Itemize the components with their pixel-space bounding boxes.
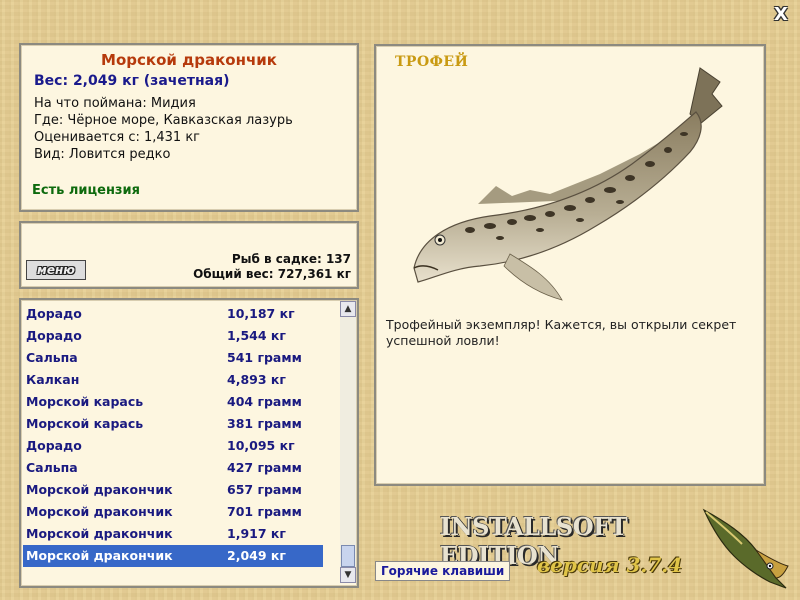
catch-fish-name: Калкан bbox=[26, 372, 80, 387]
trophy-description: Трофейный экземпляр! Кажется, вы открыли… bbox=[386, 317, 737, 348]
catch-fish-weight: 10,095 кг bbox=[227, 438, 295, 453]
fish-rating: Оценивается с: 1,431 кг bbox=[34, 130, 201, 145]
catch-fish-name: Морской дракончик bbox=[26, 526, 173, 541]
catch-fish-name: Морской дракончик bbox=[26, 504, 173, 519]
keepnet-stats-panel: меню Рыб в садке: 137 Общий вес: 727,361… bbox=[19, 221, 359, 289]
fish-weight: Вес: 2,049 кг (зачетная) bbox=[34, 73, 230, 89]
catch-fish-name: Морской дракончик bbox=[26, 482, 173, 497]
fish-kind: Вид: Ловится редко bbox=[34, 147, 171, 162]
menu-button[interactable]: меню bbox=[26, 260, 86, 280]
pike-logo-icon bbox=[702, 508, 789, 589]
catch-row[interactable]: Морской карась 404 грамм bbox=[23, 391, 323, 413]
fish-bait: На что поймана: Мидия bbox=[34, 96, 196, 111]
catch-fish-name: Дорадо bbox=[26, 306, 82, 321]
catch-row[interactable]: Морской дракончик 2,049 кг bbox=[23, 545, 323, 567]
scroll-up-icon[interactable]: ▲ bbox=[340, 301, 356, 317]
catch-fish-weight: 2,049 кг bbox=[227, 548, 286, 563]
hotkeys-button[interactable]: Горячие клавиши bbox=[375, 561, 511, 581]
catch-row[interactable]: Морской дракончик 701 грамм bbox=[23, 501, 323, 523]
catch-row[interactable]: Морской дракончик 657 грамм bbox=[23, 479, 323, 501]
catch-fish-weight: 541 грамм bbox=[227, 350, 302, 365]
trophy-label: ТРОФЕЙ bbox=[395, 54, 469, 70]
catch-row[interactable]: Сальпа 427 грамм bbox=[23, 457, 323, 479]
catch-fish-weight: 1,917 кг bbox=[227, 526, 286, 541]
scroll-thumb[interactable] bbox=[341, 545, 355, 567]
catch-row[interactable]: Калкан 4,893 кг bbox=[23, 369, 323, 391]
catch-fish-weight: 701 грамм bbox=[227, 504, 302, 519]
fish-image bbox=[413, 67, 723, 301]
catch-fish-name: Морской дракончик bbox=[26, 548, 173, 563]
catch-fish-name: Сальпа bbox=[26, 460, 78, 475]
catch-fish-weight: 1,544 кг bbox=[227, 328, 286, 343]
catch-row[interactable]: Дорадо 10,187 кг bbox=[23, 303, 323, 325]
trophy-panel: ТРОФЕЙ Трофейный экземпляр! Кажется, вы … bbox=[374, 44, 766, 486]
fish-count: Рыб в садке: 137 bbox=[231, 252, 351, 266]
catch-fish-name: Морской карась bbox=[26, 416, 144, 431]
catch-fish-weight: 381 грамм bbox=[227, 416, 302, 431]
catch-fish-weight: 657 грамм bbox=[227, 482, 302, 497]
catch-fish-weight: 10,187 кг bbox=[227, 306, 295, 321]
catch-row[interactable]: Дорадо 1,544 кг bbox=[23, 325, 323, 347]
catch-list[interactable]: Дорадо 10,187 кг Дорадо 1,544 кг Сальпа 541 г… bbox=[19, 298, 359, 588]
catch-fish-weight: 4,893 кг bbox=[227, 372, 286, 387]
catch-row[interactable]: Дорадо 10,095 кг bbox=[23, 435, 323, 457]
fish-name: Морской дракончик bbox=[101, 51, 277, 69]
fish-location: Где: Чёрное море, Кавказская лазурь bbox=[34, 113, 293, 128]
catch-fish-name: Морской карась bbox=[26, 394, 144, 409]
catch-row[interactable]: Морской дракончик 1,917 кг bbox=[23, 523, 323, 545]
catch-fish-name: Дорадо bbox=[26, 438, 82, 453]
catch-fish-name: Сальпа bbox=[26, 350, 78, 365]
fish-info-panel: Морской дракончик Вес: 2,049 кг (зачетна… bbox=[19, 43, 359, 212]
scroll-down-icon[interactable]: ▼ bbox=[340, 567, 356, 583]
version-label: версия 3.7.4 bbox=[537, 553, 683, 577]
catch-fish-name: Дорадо bbox=[26, 328, 82, 343]
catch-fish-weight: 427 грамм bbox=[227, 460, 302, 475]
license-status: Есть лицензия bbox=[32, 183, 140, 198]
close-button[interactable]: X bbox=[772, 6, 790, 24]
total-weight: Общий вес: 727,361 кг bbox=[193, 267, 351, 281]
catch-row[interactable]: Сальпа 541 грамм bbox=[23, 347, 323, 369]
catch-row[interactable]: Морской карась 381 грамм bbox=[23, 413, 323, 435]
catch-fish-weight: 404 грамм bbox=[227, 394, 302, 409]
scrollbar[interactable]: ▲ ▼ bbox=[340, 301, 356, 583]
